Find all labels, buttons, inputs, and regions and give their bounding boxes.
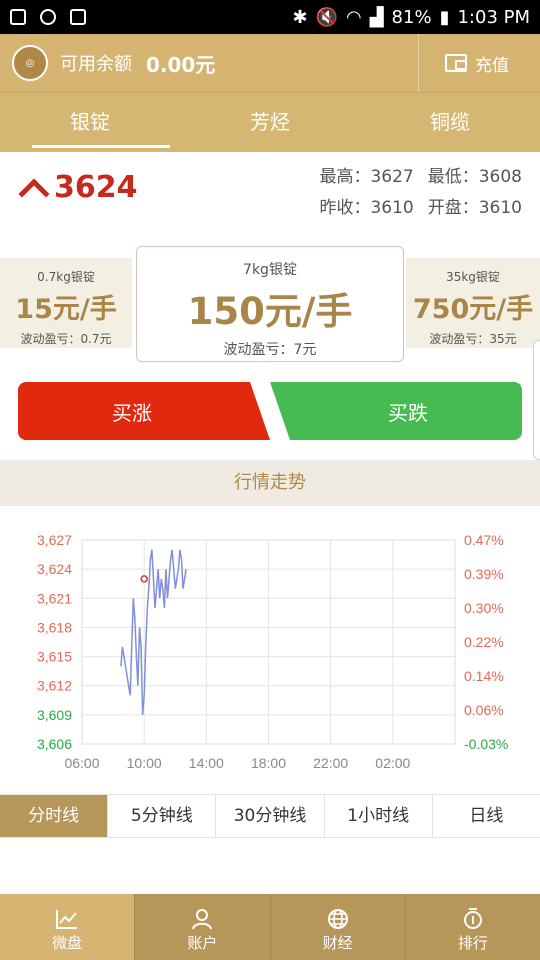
quote-panel: 3624 最高：3627 最低：3608 昨收：3610 开盘：3610 [0, 152, 540, 242]
interval-tab-timeshare[interactable]: 分时线 [0, 795, 109, 837]
low-stat: 最低：3608 [427, 167, 522, 187]
signal-icon: ▟ [369, 6, 384, 28]
nav-micro-trade[interactable]: 微盘 [0, 894, 136, 960]
y-tick-left: 3,615 [37, 649, 72, 665]
interval-tab-30min[interactable]: 30分钟线 [216, 795, 325, 837]
nav-ranking[interactable]: 排行 [406, 894, 540, 960]
interval-tabs: 分时线 5分钟线 30分钟线 1小时线 日线 [0, 794, 540, 838]
y-tick-right: 0.14% [464, 668, 504, 684]
y-tick-left: 3,609 [37, 707, 72, 723]
side-drawer-handle[interactable] [533, 340, 540, 460]
medal-icon [406, 906, 540, 932]
high-stat: 最高：3627 [319, 167, 414, 187]
open-stat: 开盘：3610 [427, 198, 522, 218]
product-name: 35kg银锭 [446, 270, 500, 284]
sync-icon [40, 9, 56, 25]
nav-label: 排行 [457, 934, 488, 952]
nav-label: 账户 [187, 934, 218, 952]
y-tick-left: 3,621 [37, 590, 72, 606]
y-tick-left: 3,606 [37, 736, 72, 752]
y-tick-left: 3,624 [37, 561, 72, 577]
prev-close-stat: 昨收：3610 [319, 198, 414, 218]
y-tick-right: 0.22% [464, 634, 504, 650]
price-series-line [120, 549, 187, 715]
globe-icon [271, 906, 405, 932]
quote-stats: 最高：3627 最低：3608 昨收：3610 开盘：3610 [319, 162, 522, 224]
x-tick: 22:00 [313, 755, 348, 771]
interval-tab-daily[interactable]: 日线 [433, 795, 540, 837]
y-tick-right: 0.47% [464, 532, 504, 548]
product-card-selected[interactable]: 7kg银锭 150元/手 波动盈亏：7元 [136, 246, 404, 362]
y-tick-right: 0.06% [464, 702, 504, 718]
product-wave: 波动盈亏：7元 [223, 342, 317, 358]
clock: 1:03 PM [457, 6, 530, 28]
chart-icon [0, 906, 134, 932]
y-tick-left: 3,612 [37, 678, 72, 694]
current-price: 3624 [18, 170, 138, 205]
price-chart: 3,627 3,624 3,621 3,618 3,615 3,612 3,609 3,606… [0, 506, 540, 788]
balance-label: 可用余额 [60, 54, 132, 75]
y-tick-right: 0.30% [464, 600, 504, 616]
balance-value: 0.00元 [146, 52, 216, 77]
product-price: 150元/手 [187, 290, 353, 333]
x-tick: 18:00 [251, 755, 286, 771]
battery-percent: 81% [391, 6, 432, 28]
price-chart-svg: 3,627 3,624 3,621 3,618 3,615 3,612 3,609 3,606… [37, 532, 508, 771]
product-tabs: 银锭 芳烃 铜缆 [0, 92, 540, 152]
product-cards: 0.7kg银锭 15元/手 波动盈亏：0.7元 7kg银锭 150元/手 波动盈… [0, 246, 540, 366]
wallet-icon [445, 54, 467, 72]
user-icon [135, 906, 269, 932]
balance-bar: ◎ 可用余额 0.00元 充值 [0, 34, 540, 92]
buy-down-button[interactable]: 买跌 [270, 382, 522, 440]
brand-logo-icon: ◎ [12, 45, 48, 81]
wifi-icon: ◠ [345, 6, 362, 28]
tab-aromatics[interactable]: 芳烃 [180, 93, 360, 152]
arrow-up-icon [18, 173, 48, 203]
image-icon [70, 9, 86, 25]
x-tick: 06:00 [64, 755, 99, 771]
nav-label: 微盘 [52, 934, 83, 952]
current-price-value: 3624 [54, 170, 138, 205]
current-point-marker [140, 575, 148, 583]
trend-title: 行情走势 [0, 460, 540, 506]
product-price: 15元/手 [15, 294, 117, 325]
y-tick-right: -0.03% [464, 736, 508, 752]
tab-copper-cable[interactable]: 铜缆 [360, 93, 540, 152]
tab-silver[interactable]: 银锭 [0, 93, 180, 152]
x-tick: 10:00 [127, 755, 162, 771]
x-tick: 14:00 [189, 755, 224, 771]
app-screen: ✱ 🔇 ◠ ▟ 81% ▮ 1:03 PM ◎ 可用余额 0.00元 充值 银锭… [0, 0, 540, 960]
buy-up-button[interactable]: 买涨 [18, 382, 270, 440]
product-name: 0.7kg银锭 [37, 270, 95, 284]
product-wave: 波动盈亏：0.7元 [20, 332, 112, 346]
y-tick-left: 3,618 [37, 619, 72, 635]
interval-tab-5min[interactable]: 5分钟线 [108, 795, 217, 837]
screenshot-icon [10, 9, 26, 25]
y-tick-right: 0.39% [464, 566, 504, 582]
interval-tab-1hour[interactable]: 1小时线 [325, 795, 433, 837]
nav-finance[interactable]: 财经 [271, 894, 406, 960]
battery-icon: ▮ [439, 6, 450, 28]
product-name: 7kg银锭 [243, 262, 297, 278]
nav-account[interactable]: 账户 [135, 894, 271, 960]
product-wave: 波动盈亏：35元 [429, 332, 517, 346]
product-price: 750元/手 [412, 294, 534, 325]
bluetooth-icon: ✱ [292, 6, 308, 28]
recharge-button[interactable]: 充值 [418, 34, 528, 92]
y-tick-left: 3,627 [37, 532, 72, 548]
nav-label: 财经 [322, 934, 353, 952]
x-tick: 02:00 [375, 755, 410, 771]
product-card-large[interactable]: 35kg银锭 750元/手 波动盈亏：35元 [406, 258, 540, 348]
status-bar: ✱ 🔇 ◠ ▟ 81% ▮ 1:03 PM [0, 0, 540, 34]
bottom-nav: 微盘 账户 财经 排行 [0, 894, 540, 960]
recharge-label: 充值 [475, 55, 509, 76]
mute-icon: 🔇 [315, 6, 338, 28]
product-card-small[interactable]: 0.7kg银锭 15元/手 波动盈亏：0.7元 [0, 258, 132, 348]
